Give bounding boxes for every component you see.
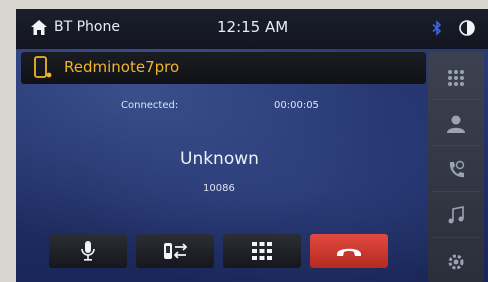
- music-icon: [448, 206, 464, 224]
- app-title: BT Phone: [54, 19, 120, 35]
- sidebar-item-dialpad[interactable]: [432, 57, 480, 100]
- brightness-icon[interactable]: [459, 20, 475, 36]
- contacts-icon: [447, 115, 465, 133]
- call-status-label: Connected:: [121, 100, 179, 111]
- sidebar-item-call-log[interactable]: [432, 149, 480, 192]
- hang-up-icon: [337, 248, 361, 256]
- bluetooth-icon: [432, 20, 442, 36]
- settings-icon: [448, 254, 464, 270]
- hang-up-button[interactable]: [310, 234, 388, 268]
- status-bar: BT Phone 12:15 AM: [16, 9, 488, 49]
- sidebar-item-contacts[interactable]: [432, 103, 480, 146]
- audio-transfer-icon: [164, 243, 188, 259]
- caller-number: 10086: [203, 183, 235, 194]
- sidebar-item-music[interactable]: [432, 195, 480, 238]
- device-name: Redminote7pro: [64, 58, 180, 76]
- home-icon[interactable]: [30, 19, 48, 37]
- audio-transfer-button[interactable]: [136, 234, 214, 268]
- sidebar: [428, 52, 484, 282]
- keypad-icon: [252, 242, 272, 260]
- sidebar-item-settings[interactable]: [432, 241, 480, 282]
- call-duration: 00:00:05: [274, 100, 319, 111]
- caller-name: Unknown: [180, 149, 259, 169]
- phone-icon: [34, 56, 52, 78]
- clock: 12:15 AM: [217, 18, 289, 36]
- microphone-button[interactable]: [49, 234, 127, 268]
- bt-phone-screen: BT Phone 12:15 AM Redminote7pro Connecte…: [16, 9, 488, 282]
- microphone-icon: [81, 241, 95, 261]
- call-log-icon: [449, 160, 465, 178]
- keypad-button[interactable]: [223, 234, 301, 268]
- connected-device-bar[interactable]: Redminote7pro: [21, 52, 426, 84]
- dialpad-icon: [448, 70, 464, 86]
